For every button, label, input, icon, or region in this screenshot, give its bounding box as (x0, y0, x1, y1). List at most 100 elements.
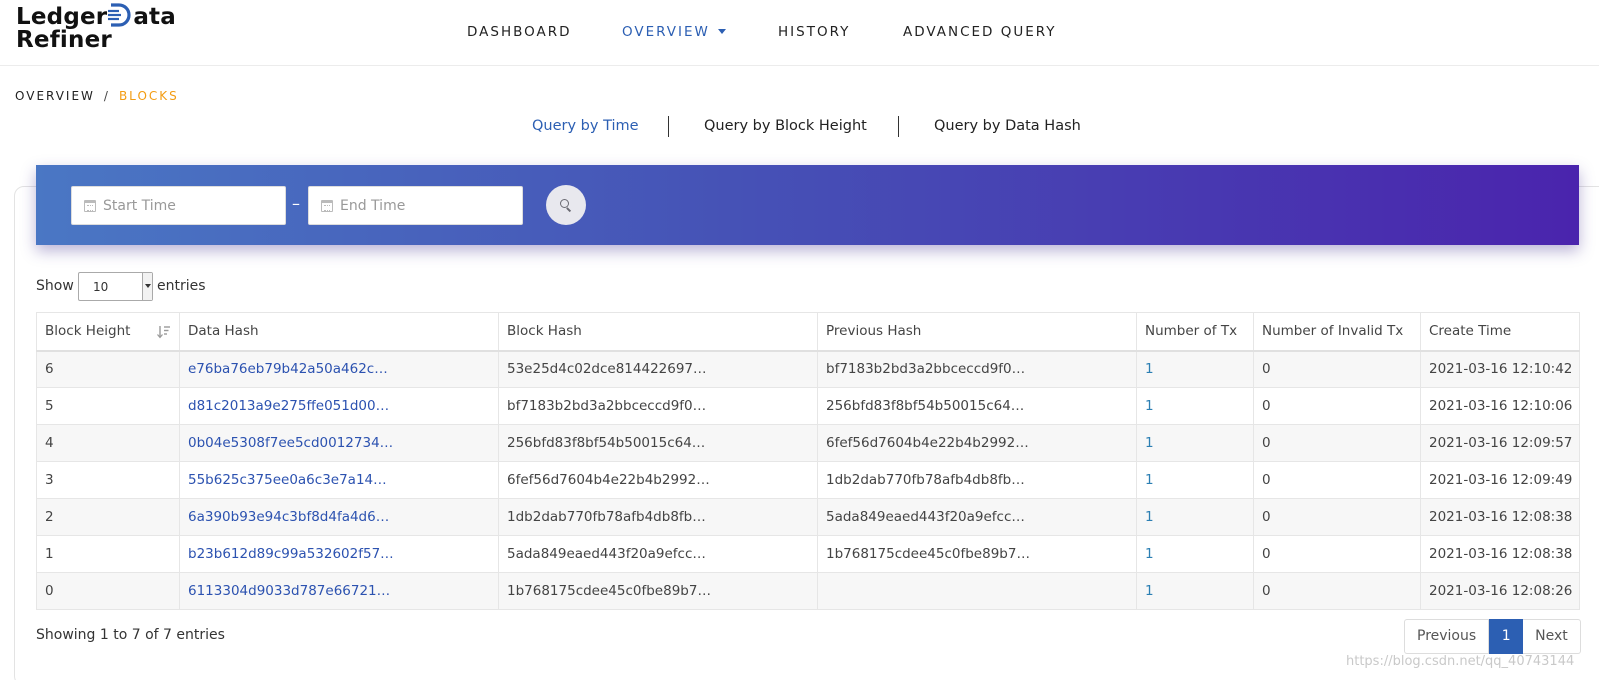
chevron-down-icon (717, 29, 726, 34)
cell-previous-hash: 5ada849eaed443f20a9efcc… (817, 498, 1137, 536)
cell-data-hash-link[interactable]: 55b625c375ee0a6c3e7a14… (179, 461, 499, 499)
cell-data-hash-link[interactable]: 0b04e5308f7ee5cd0012734… (179, 424, 499, 462)
cell-data-hash-link[interactable]: d81c2013a9e275ffe051d00… (179, 387, 499, 425)
search-button[interactable] (546, 185, 586, 225)
cell-number-of-tx-link[interactable]: 1 (1136, 350, 1254, 388)
breadcrumb-overview[interactable]: OVERVIEW (15, 89, 95, 103)
cell-number-of-tx-link[interactable]: 1 (1136, 424, 1254, 462)
cell-number-of-invalid-tx: 0 (1253, 498, 1421, 536)
cell-number-of-invalid-tx: 0 (1253, 387, 1421, 425)
table-row: 1 b23b612d89c99a532602f57… 5ada849eaed44… (36, 535, 1580, 573)
end-time-input[interactable]: End Time (308, 186, 523, 225)
cell-block-height: 3 (36, 461, 180, 499)
end-time-placeholder: End Time (340, 198, 406, 214)
cell-block-hash: 53e25d4c02dce814422697… (498, 350, 818, 388)
page-length-select[interactable]: 10 (78, 272, 153, 301)
cell-number-of-tx-link[interactable]: 1 (1136, 535, 1254, 573)
pagination: Previous 1 Next (1404, 619, 1581, 654)
tab-query-by-time[interactable]: Query by Time (532, 118, 639, 134)
cell-number-of-invalid-tx: 0 (1253, 350, 1421, 388)
cell-create-time: 2021-03-16 12:09:49 (1420, 461, 1580, 499)
show-label: Show (36, 278, 74, 294)
cell-previous-hash (817, 572, 1137, 610)
cell-block-hash: 256bfd83f8bf54b50015c64… (498, 424, 818, 462)
cell-create-time: 2021-03-16 12:08:38 (1420, 498, 1580, 536)
tab-divider (898, 116, 899, 137)
cell-previous-hash: 6fef56d7604b4e22b4b2992… (817, 424, 1137, 462)
tab-query-by-data-hash[interactable]: Query by Data Hash (934, 118, 1081, 134)
blocks-table: Block Height Data Hash Block Hash Previo… (36, 312, 1580, 610)
cell-block-height: 5 (36, 387, 180, 425)
cell-previous-hash: 256bfd83f8bf54b50015c64… (817, 387, 1137, 425)
previous-page-button[interactable]: Previous (1404, 619, 1490, 654)
main-nav: DASHBOARD OVERVIEW HISTORY ADVANCED QUER… (0, 24, 1599, 44)
calendar-icon (84, 200, 96, 212)
next-page-button[interactable]: Next (1523, 619, 1581, 654)
cell-data-hash-link[interactable]: 6113304d9033d787e66721… (179, 572, 499, 610)
cell-data-hash-link[interactable]: e76ba76eb79b42a50a462c… (179, 350, 499, 388)
cell-block-height: 1 (36, 535, 180, 573)
cell-data-hash-link[interactable]: 6a390b93e94c3bf8d4fa4d6… (179, 498, 499, 536)
cell-block-height: 0 (36, 572, 180, 610)
cell-number-of-tx-link[interactable]: 1 (1136, 498, 1254, 536)
col-header-label: Block Height (45, 323, 131, 340)
cell-block-height: 6 (36, 350, 180, 388)
tab-query-by-block-height[interactable]: Query by Block Height (704, 118, 867, 134)
cell-number-of-invalid-tx: 0 (1253, 572, 1421, 610)
nav-dashboard[interactable]: DASHBOARD (467, 24, 572, 40)
col-header-block-hash[interactable]: Block Hash (498, 312, 818, 352)
cell-number-of-tx-link[interactable]: 1 (1136, 572, 1254, 610)
cell-number-of-invalid-tx: 0 (1253, 535, 1421, 573)
cell-create-time: 2021-03-16 12:10:42 (1420, 350, 1580, 388)
col-header-create-time[interactable]: Create Time (1420, 312, 1580, 352)
table-row: 6 e76ba76eb79b42a50a462c… 53e25d4c02dce8… (36, 350, 1580, 388)
col-header-data-hash[interactable]: Data Hash (179, 312, 499, 352)
cell-create-time: 2021-03-16 12:10:06 (1420, 387, 1580, 425)
chevron-down-icon (142, 273, 152, 300)
breadcrumb: OVERVIEW / BLOCKS (15, 89, 179, 103)
col-header-number-of-invalid-tx[interactable]: Number of Invalid Tx (1253, 312, 1421, 352)
cell-create-time: 2021-03-16 12:09:57 (1420, 424, 1580, 462)
col-header-previous-hash[interactable]: Previous Hash (817, 312, 1137, 352)
page-length-value: 10 (93, 280, 109, 294)
cell-number-of-invalid-tx: 0 (1253, 461, 1421, 499)
cell-block-hash: 6fef56d7604b4e22b4b2992… (498, 461, 818, 499)
cell-create-time: 2021-03-16 12:08:38 (1420, 535, 1580, 573)
nav-history[interactable]: HISTORY (778, 24, 850, 40)
cell-data-hash-link[interactable]: b23b612d89c99a532602f57… (179, 535, 499, 573)
col-header-number-of-tx[interactable]: Number of Tx (1136, 312, 1254, 352)
cell-number-of-invalid-tx: 0 (1253, 424, 1421, 462)
cell-previous-hash: 1b768175cdee45c0fbe89b7… (817, 535, 1137, 573)
entries-label: entries (157, 278, 206, 294)
cell-block-hash: 1b768175cdee45c0fbe89b7… (498, 572, 818, 610)
cell-number-of-tx-link[interactable]: 1 (1136, 387, 1254, 425)
table-header-row: Block Height Data Hash Block Hash Previo… (36, 312, 1580, 352)
cell-create-time: 2021-03-16 12:08:26 (1420, 572, 1580, 610)
start-time-input[interactable]: Start Time (71, 186, 286, 225)
search-icon-handle (566, 207, 572, 212)
cell-block-height: 2 (36, 498, 180, 536)
top-navbar: Ledger ata Refiner DASHBOARD OVERVIEW HIS… (0, 0, 1599, 66)
table-row: 2 6a390b93e94c3bf8d4fa4d6… 1db2dab770fb7… (36, 498, 1580, 536)
cell-block-hash: 5ada849eaed443f20a9efcc… (498, 535, 818, 573)
sort-descending-icon (157, 326, 170, 339)
breadcrumb-separator: / (103, 89, 110, 103)
col-header-block-height[interactable]: Block Height (36, 312, 180, 352)
start-time-placeholder: Start Time (103, 198, 176, 214)
nav-overview[interactable]: OVERVIEW (622, 24, 726, 40)
table-row: 0 6113304d9033d787e66721… 1b768175cdee45… (36, 572, 1580, 610)
table-row: 3 55b625c375ee0a6c3e7a14… 6fef56d7604b4e… (36, 461, 1580, 499)
nav-advanced-query[interactable]: ADVANCED QUERY (903, 24, 1057, 40)
table-info-text: Showing 1 to 7 of 7 entries (36, 627, 225, 643)
watermark-text: https://blog.csdn.net/qq_40743144 (1346, 654, 1575, 669)
table-row: 4 0b04e5308f7ee5cd0012734… 256bfd83f8bf5… (36, 424, 1580, 462)
nav-overview-label: OVERVIEW (622, 24, 710, 40)
cell-number-of-tx-link[interactable]: 1 (1136, 461, 1254, 499)
cell-block-hash: bf7183b2bd3a2bbceccd9f0… (498, 387, 818, 425)
breadcrumb-current: BLOCKS (118, 89, 179, 103)
cell-previous-hash: 1db2dab770fb78afb4db8fb… (817, 461, 1137, 499)
table-row: 5 d81c2013a9e275ffe051d00… bf7183b2bd3a2… (36, 387, 1580, 425)
tab-divider (668, 116, 669, 137)
page-1-button[interactable]: 1 (1489, 619, 1524, 654)
cell-block-hash: 1db2dab770fb78afb4db8fb… (498, 498, 818, 536)
